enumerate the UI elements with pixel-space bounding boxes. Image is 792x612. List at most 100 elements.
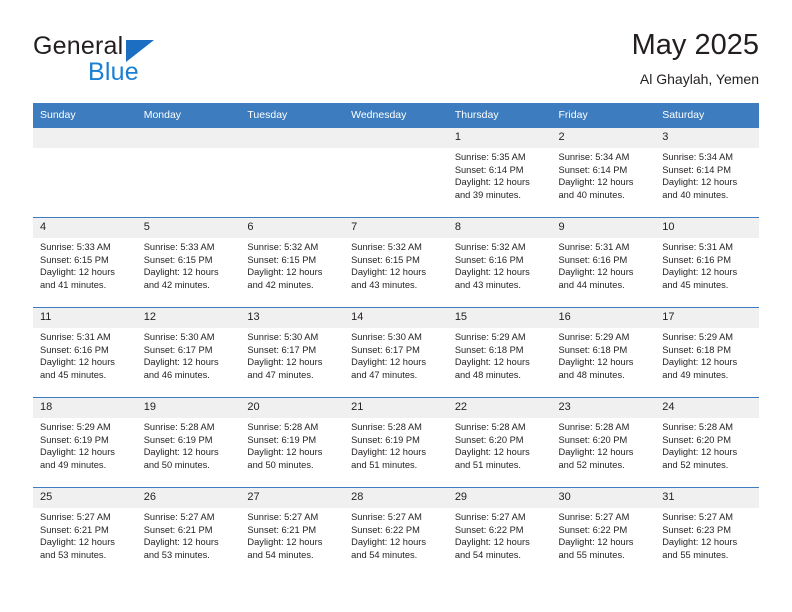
daylight-text-line1: Daylight: 12 hours (40, 447, 115, 458)
daylight-text-line1: Daylight: 12 hours (351, 537, 427, 548)
day-number: 3 (655, 128, 759, 148)
column-header-saturday: Saturday (655, 103, 759, 128)
calendar-cell-day[interactable]: 21 Sunrise: 5:28 AM Sunset: 6:19 PM Dayligh… (344, 397, 448, 488)
daylight-text-line2: and 53 minutes. (40, 549, 107, 560)
calendar-cell-day[interactable]: 25 Sunrise: 5:27 AM Sunset: 6:21 PM Dayligh… (33, 487, 137, 577)
daylight-text-line1: Daylight: 12 hours (662, 267, 738, 278)
calendar-cell-day[interactable]: 31 Sunrise: 5:27 AM Sunset: 6:23 PM Dayligh… (655, 487, 759, 577)
calendar-cell-day[interactable]: 11 Sunrise: 5:31 AM Sunset: 6:16 PM Dayligh… (33, 307, 137, 398)
page-header: General Blue May 2025 Al Ghaylah, Yemen (0, 0, 792, 103)
daylight-text-line2: and 54 minutes. (454, 549, 521, 560)
sunrise-text: Sunrise: 5:27 AM (454, 512, 526, 522)
calendar-cell-day[interactable]: 20 Sunrise: 5:28 AM Sunset: 6:19 PM Dayligh… (240, 397, 345, 488)
day-details: Sunrise: 5:29 AM Sunset: 6:19 PM Daylight:… (33, 418, 137, 471)
sunrise-text: Sunrise: 5:28 AM (247, 422, 319, 432)
sunset-text: Sunset: 6:19 PM (351, 434, 420, 445)
calendar-cell-day[interactable]: 3 Sunrise: 5:34 AM Sunset: 6:14 PM Daylight… (655, 127, 759, 218)
calendar-cell-day[interactable]: 19 Sunrise: 5:28 AM Sunset: 6:19 PM Dayligh… (136, 397, 241, 488)
calendar-week-row: 11 Sunrise: 5:31 AM Sunset: 6:16 PM Dayligh… (33, 307, 759, 398)
day-details: Sunrise: 5:34 AM Sunset: 6:14 PM Daylight:… (655, 148, 759, 201)
daylight-text-line2: and 48 minutes. (558, 369, 625, 380)
sunrise-text: Sunrise: 5:33 AM (40, 242, 111, 252)
day-details: Sunrise: 5:27 AM Sunset: 6:22 PM Daylight:… (552, 508, 656, 561)
sunrise-text: Sunrise: 5:30 AM (247, 332, 319, 342)
calendar-cell-day[interactable]: 22 Sunrise: 5:28 AM Sunset: 6:20 PM Dayligh… (447, 397, 552, 488)
daylight-text-line2: and 54 minutes. (247, 549, 314, 560)
calendar-cell-day[interactable]: 23 Sunrise: 5:28 AM Sunset: 6:20 PM Dayligh… (551, 397, 656, 488)
sunrise-text: Sunrise: 5:34 AM (662, 152, 734, 162)
daylight-text-line1: Daylight: 12 hours (662, 177, 738, 188)
calendar-cell-day[interactable]: 29 Sunrise: 5:27 AM Sunset: 6:22 PM Dayligh… (447, 487, 552, 577)
day-details: Sunrise: 5:27 AM Sunset: 6:21 PM Daylight:… (240, 508, 344, 561)
calendar-cell-day[interactable]: 24 Sunrise: 5:28 AM Sunset: 6:20 PM Dayligh… (655, 397, 759, 488)
sunset-text: Sunset: 6:21 PM (40, 524, 109, 535)
sunset-text: Sunset: 6:15 PM (143, 254, 213, 265)
calendar-cell-empty (136, 127, 241, 218)
calendar-cell-day[interactable]: 6 Sunrise: 5:32 AM Sunset: 6:15 PM Daylight… (240, 217, 345, 308)
day-number: 30 (551, 488, 656, 508)
day-details: Sunrise: 5:33 AM Sunset: 6:15 PM Daylight:… (137, 238, 241, 291)
daylight-text-line1: Daylight: 12 hours (558, 537, 634, 548)
calendar-cell-day[interactable]: 28 Sunrise: 5:27 AM Sunset: 6:22 PM Dayligh… (344, 487, 448, 577)
calendar-cell-day[interactable]: 15 Sunrise: 5:29 AM Sunset: 6:18 PM Dayligh… (447, 307, 552, 398)
sunset-text: Sunset: 6:14 PM (454, 164, 524, 175)
calendar-cell-day[interactable]: 9 Sunrise: 5:31 AM Sunset: 6:16 PM Daylight… (551, 217, 656, 308)
calendar-cell-day[interactable]: 12 Sunrise: 5:30 AM Sunset: 6:17 PM Dayligh… (136, 307, 241, 398)
day-number: 24 (655, 398, 759, 418)
calendar-cell-day[interactable]: 5 Sunrise: 5:33 AM Sunset: 6:15 PM Daylight… (136, 217, 241, 308)
daylight-text-line1: Daylight: 12 hours (143, 537, 219, 548)
column-header-wednesday: Wednesday (344, 103, 448, 128)
calendar-cell-day[interactable]: 7 Sunrise: 5:32 AM Sunset: 6:15 PM Daylight… (344, 217, 448, 308)
daylight-text-line1: Daylight: 12 hours (662, 537, 738, 548)
calendar-cell-day[interactable]: 27 Sunrise: 5:27 AM Sunset: 6:21 PM Dayligh… (240, 487, 345, 577)
day-details: Sunrise: 5:28 AM Sunset: 6:20 PM Daylight:… (552, 418, 656, 471)
daylight-text-line2: and 52 minutes. (662, 459, 729, 470)
daylight-text-line1: Daylight: 12 hours (143, 357, 219, 368)
sunset-text: Sunset: 6:16 PM (558, 254, 628, 265)
sunset-text: Sunset: 6:15 PM (40, 254, 109, 265)
calendar-cell-day[interactable]: 8 Sunrise: 5:32 AM Sunset: 6:16 PM Daylight… (447, 217, 552, 308)
daylight-text-line1: Daylight: 12 hours (351, 447, 427, 458)
day-details: Sunrise: 5:31 AM Sunset: 6:16 PM Daylight:… (33, 328, 137, 381)
calendar-page: General Blue May 2025 Al Ghaylah, Yemen … (0, 0, 792, 612)
day-number: 1 (447, 128, 552, 148)
calendar-cell-day[interactable]: 17 Sunrise: 5:29 AM Sunset: 6:18 PM Dayligh… (655, 307, 759, 398)
day-number: 26 (136, 488, 241, 508)
calendar-cell-day[interactable]: 4 Sunrise: 5:33 AM Sunset: 6:15 PM Daylight… (33, 217, 137, 308)
daylight-text-line1: Daylight: 12 hours (40, 267, 115, 278)
day-number: 22 (447, 398, 552, 418)
calendar-cell-day[interactable]: 30 Sunrise: 5:27 AM Sunset: 6:22 PM Dayligh… (551, 487, 656, 577)
day-number: 14 (344, 308, 448, 328)
calendar-cell-day[interactable]: 2 Sunrise: 5:34 AM Sunset: 6:14 PM Daylight… (551, 127, 656, 218)
daylight-text-line2: and 50 minutes. (247, 459, 314, 470)
daylight-text-line2: and 48 minutes. (454, 369, 521, 380)
sunset-text: Sunset: 6:19 PM (143, 434, 213, 445)
day-details: Sunrise: 5:28 AM Sunset: 6:20 PM Daylight:… (655, 418, 759, 471)
calendar-cell-day[interactable]: 14 Sunrise: 5:30 AM Sunset: 6:17 PM Dayligh… (344, 307, 448, 398)
day-number: 4 (33, 218, 137, 238)
day-details: Sunrise: 5:31 AM Sunset: 6:16 PM Daylight:… (552, 238, 656, 291)
sunrise-text: Sunrise: 5:31 AM (40, 332, 111, 342)
calendar-cell-day[interactable]: 13 Sunrise: 5:30 AM Sunset: 6:17 PM Dayligh… (240, 307, 345, 398)
daylight-text-line1: Daylight: 12 hours (454, 447, 530, 458)
day-number: 7 (344, 218, 448, 238)
day-number: 12 (136, 308, 241, 328)
calendar-cell-day[interactable]: 26 Sunrise: 5:27 AM Sunset: 6:21 PM Dayligh… (136, 487, 241, 577)
sunrise-text: Sunrise: 5:28 AM (351, 422, 422, 432)
calendar-cell-day[interactable]: 10 Sunrise: 5:31 AM Sunset: 6:16 PM Dayligh… (655, 217, 759, 308)
day-number: 13 (240, 308, 345, 328)
daylight-text-line1: Daylight: 12 hours (247, 537, 323, 548)
day-number: 18 (33, 398, 137, 418)
sunset-text: Sunset: 6:20 PM (558, 434, 628, 445)
sunset-text: Sunset: 6:23 PM (662, 524, 731, 535)
day-number: 9 (551, 218, 656, 238)
calendar-cell-empty (344, 127, 448, 218)
sunset-text: Sunset: 6:18 PM (662, 344, 731, 355)
daylight-text-line1: Daylight: 12 hours (143, 447, 219, 458)
calendar-cell-day[interactable]: 18 Sunrise: 5:29 AM Sunset: 6:19 PM Dayligh… (33, 397, 137, 488)
daylight-text-line1: Daylight: 12 hours (454, 177, 530, 188)
daylight-text-line2: and 40 minutes. (662, 189, 729, 200)
sunrise-text: Sunrise: 5:28 AM (143, 422, 215, 432)
calendar-cell-day[interactable]: 16 Sunrise: 5:29 AM Sunset: 6:18 PM Dayligh… (551, 307, 656, 398)
calendar-cell-day[interactable]: 1 Sunrise: 5:35 AM Sunset: 6:14 PM Daylight… (447, 127, 552, 218)
